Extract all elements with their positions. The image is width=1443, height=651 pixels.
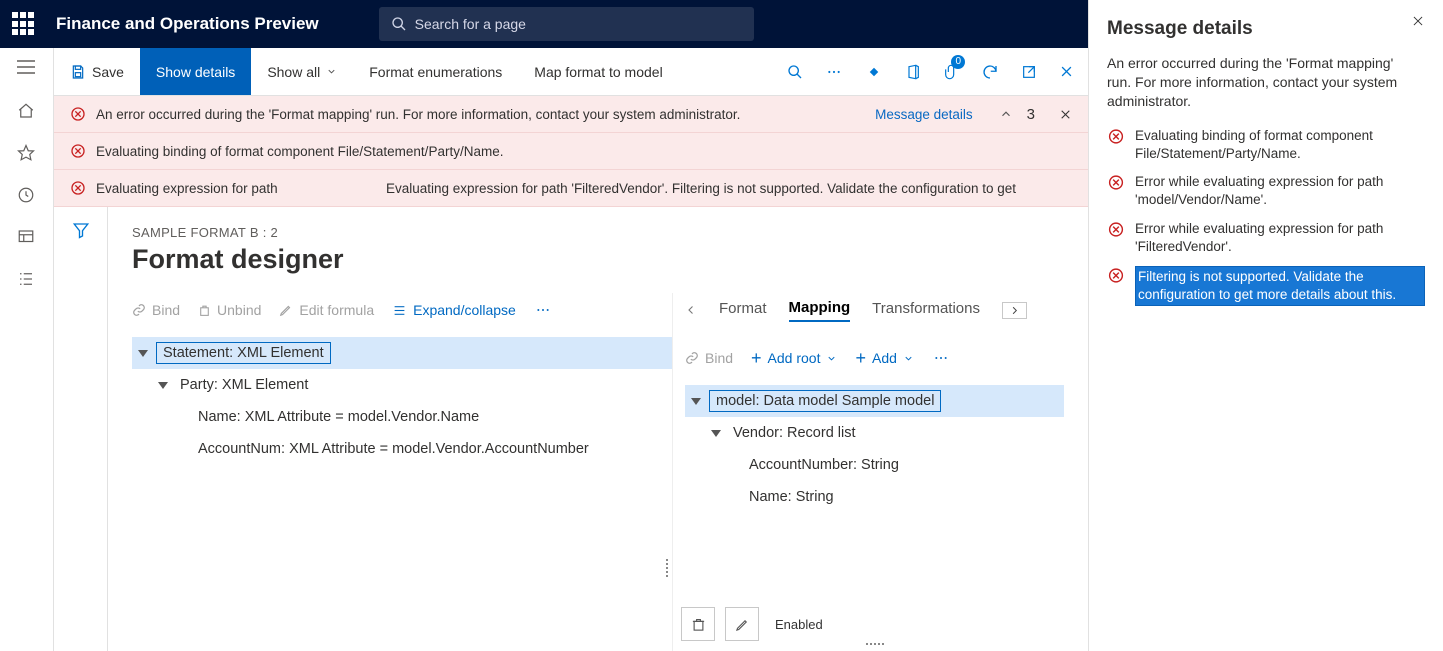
tree-node-accountnumber[interactable]: AccountNumber: String [685, 449, 1064, 481]
hamburger-icon[interactable] [17, 60, 37, 80]
show-details-button[interactable]: Show details [140, 48, 251, 95]
bind-button-right[interactable]: Bind [685, 350, 733, 366]
error-icon [70, 143, 86, 159]
tree-node-accountnum[interactable]: AccountNum: XML Attribute = model.Vendor… [132, 433, 672, 465]
detail-row[interactable]: Error while evaluating expression for pa… [1107, 173, 1425, 209]
page-title: Format designer [132, 244, 1064, 275]
model-tree: model: Data model Sample model Vendor: R… [685, 385, 1064, 513]
filter-column [54, 207, 108, 651]
collapse-icon[interactable] [999, 107, 1013, 121]
popout-icon[interactable] [1021, 64, 1037, 80]
panel-title: Message details [1107, 18, 1425, 40]
chevron-down-icon [326, 66, 337, 77]
message-text-a: Evaluating expression for path [96, 181, 376, 196]
left-rail [0, 48, 54, 651]
error-icon [1107, 221, 1125, 238]
star-icon[interactable] [17, 144, 37, 164]
app-launcher-icon[interactable] [12, 12, 36, 36]
message-bar-3: Evaluating expression for path Evaluatin… [54, 170, 1088, 207]
detail-text: Evaluating binding of format component F… [1135, 127, 1425, 163]
filter-icon[interactable] [72, 221, 90, 651]
tab-prev-icon[interactable] [685, 304, 697, 316]
bottom-tools: Enabled [673, 607, 1064, 641]
more-icon[interactable] [534, 302, 552, 318]
detail-row-selected[interactable]: Filtering is not supported. Validate the… [1107, 266, 1425, 306]
toolbar-search-icon[interactable] [787, 64, 803, 80]
edit-button[interactable] [725, 607, 759, 641]
error-icon [1107, 267, 1125, 284]
chevron-down-icon [903, 353, 914, 364]
overflow-icon[interactable] [825, 64, 843, 80]
show-all-label: Show all [267, 64, 320, 80]
panel-summary: An error occurred during the 'Format map… [1107, 54, 1417, 111]
unbind-button[interactable]: Unbind [198, 302, 261, 318]
detail-row[interactable]: Evaluating binding of format component F… [1107, 127, 1425, 163]
global-search[interactable] [379, 7, 754, 41]
add-button[interactable]: +Add [855, 350, 913, 366]
breadcrumb: SAMPLE FORMAT B : 2 [132, 225, 1064, 240]
error-icon [70, 180, 86, 196]
tab-transformations[interactable]: Transformations [872, 300, 980, 321]
expand-collapse-button[interactable]: Expand/collapse [392, 302, 516, 318]
tab-mapping[interactable]: Mapping [789, 299, 851, 322]
show-details-label: Show details [156, 64, 235, 80]
search-icon [391, 16, 407, 32]
message-count: 3 [1027, 106, 1035, 123]
diamond-icon[interactable] [865, 63, 883, 81]
panel-close-icon[interactable] [1411, 14, 1425, 28]
app-title: Finance and Operations Preview [56, 14, 319, 34]
search-input[interactable] [415, 16, 742, 32]
detail-text: Filtering is not supported. Validate the… [1135, 266, 1425, 306]
detail-text: Error while evaluating expression for pa… [1135, 173, 1425, 209]
message-text-b: Evaluating expression for path 'Filtered… [386, 181, 1016, 196]
tree-node-party[interactable]: Party: XML Element [132, 369, 672, 401]
tab-format[interactable]: Format [719, 300, 767, 321]
tree-node-name[interactable]: Name: XML Attribute = model.Vendor.Name [132, 401, 672, 433]
tab-next-icon[interactable] [1002, 302, 1027, 319]
error-icon [1107, 128, 1125, 145]
map-format-button[interactable]: Map format to model [518, 48, 678, 95]
message-bar-2: Evaluating binding of format component F… [54, 133, 1088, 170]
format-tree: Statement: XML Element Party: XML Elemen… [132, 337, 672, 465]
save-button[interactable]: Save [54, 48, 140, 95]
format-pane: Bind Unbind Edit formula Expand/collapse… [132, 293, 672, 651]
delete-button[interactable] [681, 607, 715, 641]
attachments-icon[interactable]: 0 [943, 63, 959, 81]
more-icon[interactable] [932, 350, 950, 366]
main-content: SAMPLE FORMAT B : 2 Format designer Bind… [54, 207, 1088, 651]
enabled-label: Enabled [775, 617, 823, 632]
save-label: Save [92, 64, 124, 80]
clock-icon[interactable] [17, 186, 37, 206]
message-text: An error occurred during the 'Format map… [96, 107, 740, 122]
close-icon[interactable] [1059, 64, 1074, 79]
chevron-down-icon [826, 353, 837, 364]
detail-text: Error while evaluating expression for pa… [1135, 220, 1425, 256]
home-icon[interactable] [17, 102, 37, 122]
message-details-link[interactable]: Message details [875, 107, 973, 122]
modules-icon[interactable] [17, 270, 37, 290]
bind-button[interactable]: Bind [132, 302, 180, 318]
mapping-pane: Format Mapping Transformations Bind +Add… [672, 293, 1064, 651]
workspace-icon[interactable] [17, 228, 37, 248]
show-all-button[interactable]: Show all [251, 48, 353, 95]
action-toolbar: Save Show details Show all Format enumer… [54, 48, 1088, 96]
message-bar-1: An error occurred during the 'Format map… [54, 96, 1088, 133]
refresh-icon[interactable] [981, 63, 999, 81]
error-icon [1107, 174, 1125, 191]
tree-node-model[interactable]: model: Data model Sample model [685, 385, 1064, 417]
message-details-panel: Message details An error occurred during… [1088, 0, 1443, 651]
error-icon [70, 106, 86, 122]
message-text: Evaluating binding of format component F… [96, 144, 503, 159]
tree-node-name[interactable]: Name: String [685, 481, 1064, 513]
office-icon[interactable] [905, 63, 921, 81]
add-root-button[interactable]: +Add root [751, 350, 837, 366]
format-enumerations-button[interactable]: Format enumerations [353, 48, 518, 95]
tree-node-statement[interactable]: Statement: XML Element [132, 337, 672, 369]
message-bars: An error occurred during the 'Format map… [54, 96, 1088, 207]
tree-node-vendor[interactable]: Vendor: Record list [685, 417, 1064, 449]
detail-row[interactable]: Error while evaluating expression for pa… [1107, 220, 1425, 256]
edit-formula-button[interactable]: Edit formula [279, 302, 374, 318]
message-close-icon[interactable] [1059, 108, 1072, 121]
